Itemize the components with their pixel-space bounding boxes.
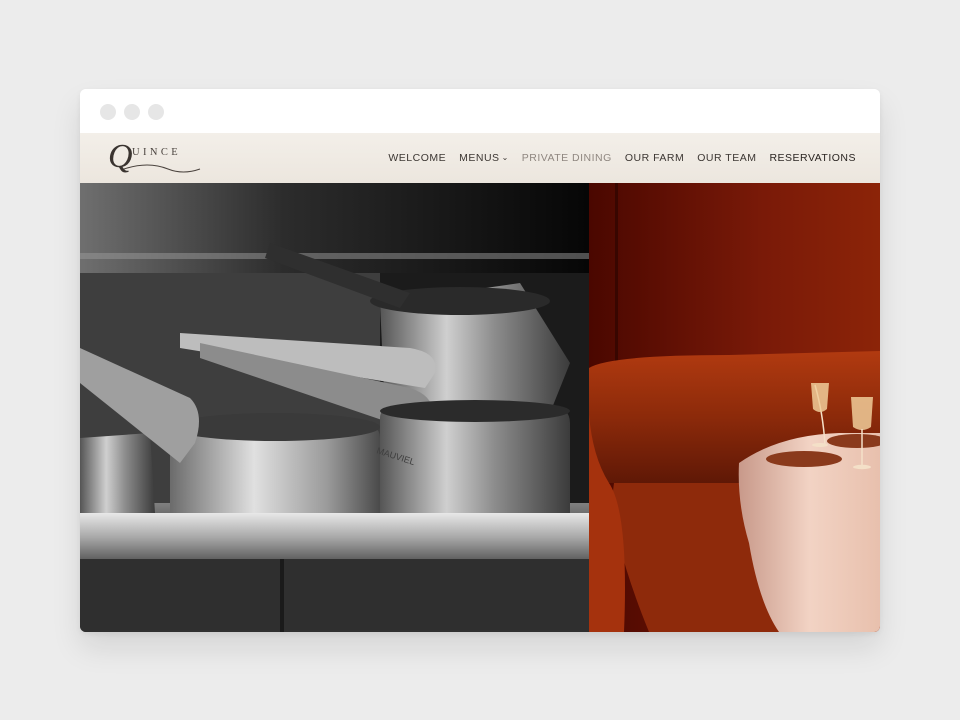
nav-reservations[interactable]: RESERVATIONS xyxy=(769,152,856,164)
chevron-down-icon: ⌄ xyxy=(501,153,509,162)
hero-dining-photo xyxy=(589,183,880,632)
nav-our-farm[interactable]: OUR FARM xyxy=(625,152,684,164)
nav-our-team[interactable]: OUR TEAM xyxy=(697,152,756,164)
window-maximize-dot[interactable] xyxy=(148,104,164,120)
main-nav: WELCOME MENUS ⌄ PRIVATE DINING OUR FARM … xyxy=(375,152,856,164)
nav-menus[interactable]: MENUS ⌄ xyxy=(459,152,509,164)
nav-menus-label: MENUS xyxy=(459,152,500,164)
window-minimize-dot[interactable] xyxy=(124,104,140,120)
window-close-dot[interactable] xyxy=(100,104,116,120)
hero-kitchen-photo: MAUVIEL xyxy=(80,183,589,632)
site-header: Q UINCE WELCOME MENUS ⌄ PRIVATE DINING O… xyxy=(80,133,880,183)
browser-window: MAUVIEL Q UINCE WELCOME MENUS ⌄ PRIVATE … xyxy=(80,89,880,632)
nav-private-dining[interactable]: PRIVATE DINING xyxy=(522,152,612,164)
dining-booth-illustration xyxy=(589,183,880,632)
logo-flourish-icon xyxy=(123,164,201,173)
window-titlebar xyxy=(80,89,880,133)
quince-logo[interactable]: Q UINCE xyxy=(108,138,204,179)
kitchen-pots-illustration: MAUVIEL xyxy=(80,183,589,632)
nav-welcome[interactable]: WELCOME xyxy=(388,152,446,164)
website: MAUVIEL Q UINCE WELCOME MENUS ⌄ PRIVATE … xyxy=(80,133,880,632)
